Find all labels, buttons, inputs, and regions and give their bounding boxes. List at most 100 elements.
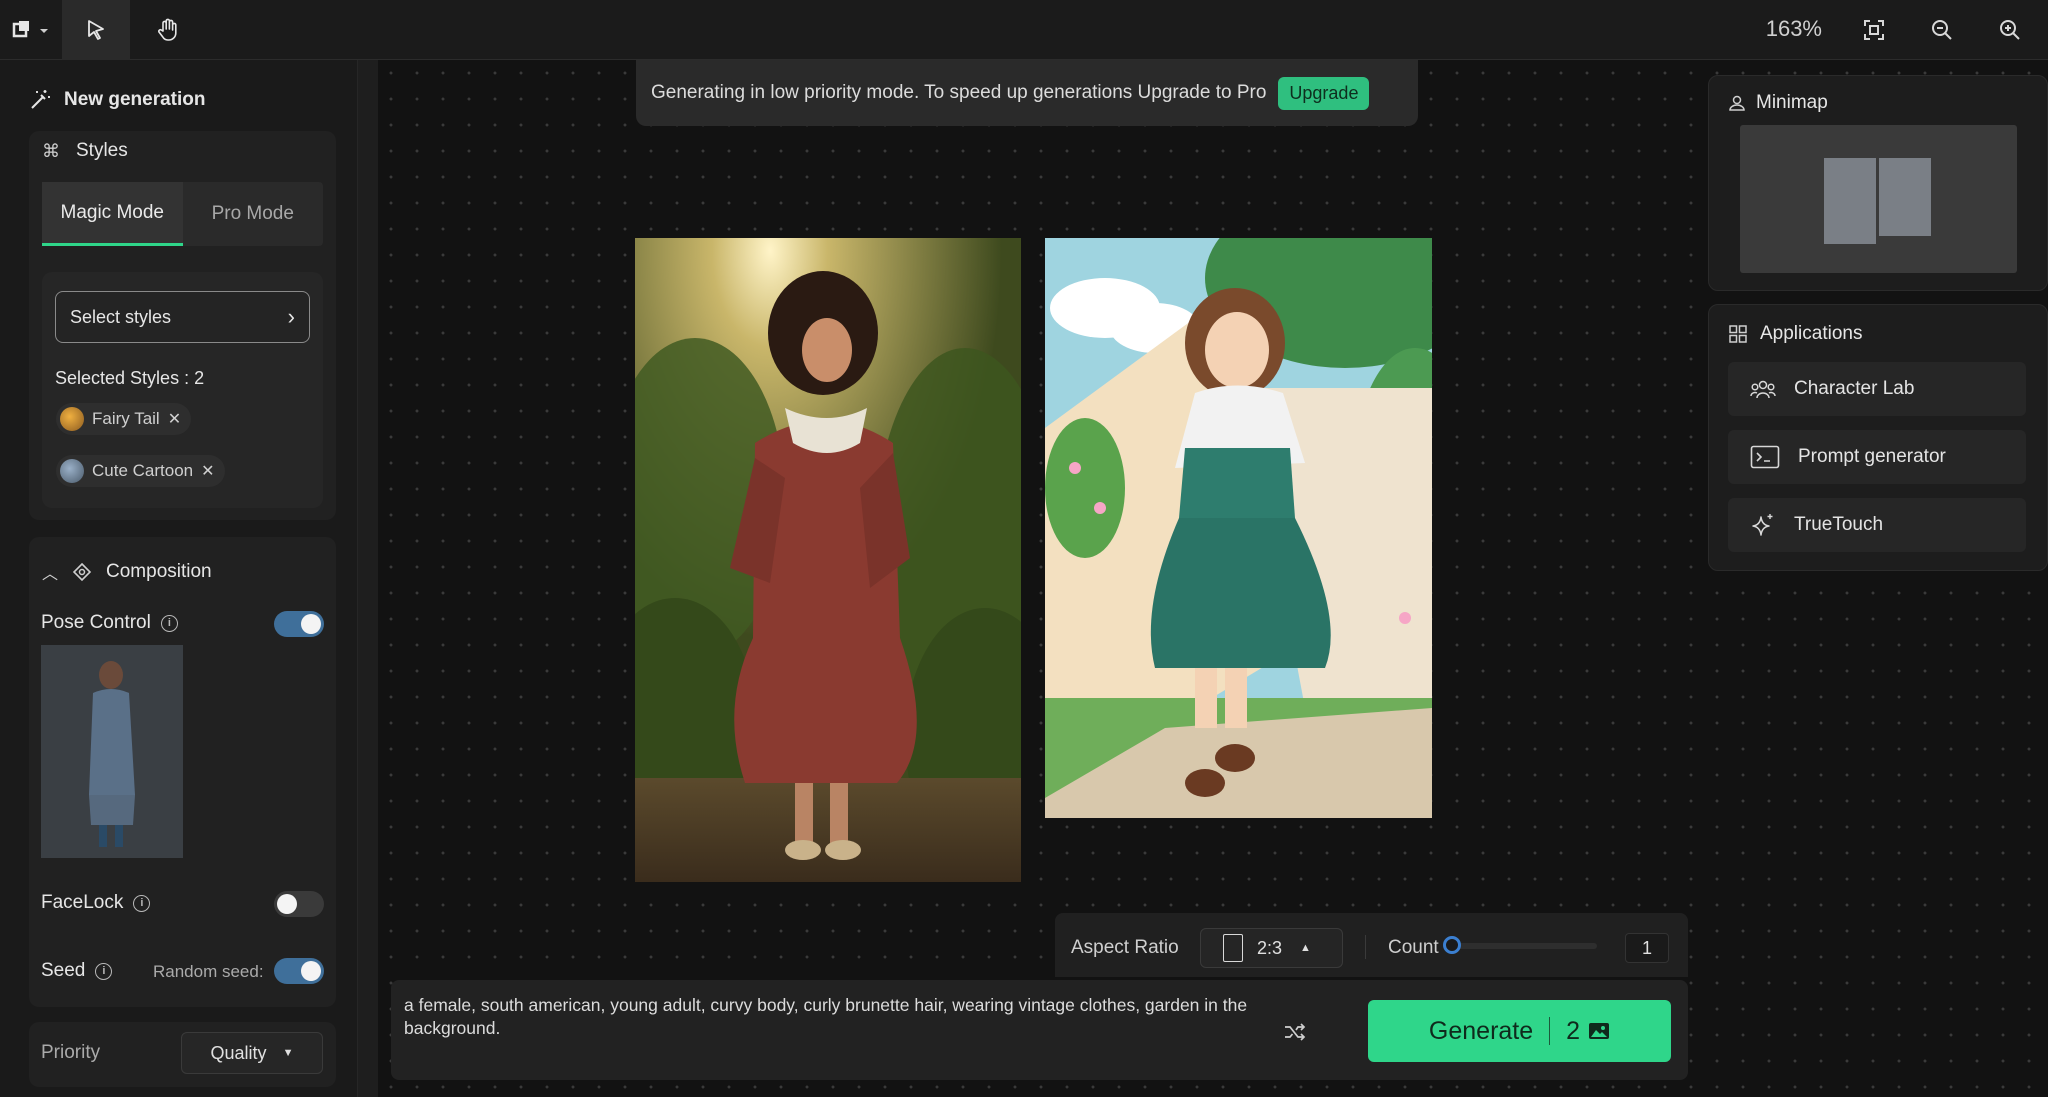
generate-label: Generate bbox=[1428, 1016, 1534, 1045]
priority-value: Quality bbox=[210, 1042, 267, 1063]
chip-label: Fairy Tail bbox=[92, 409, 160, 428]
random-seed-label: Random seed: bbox=[153, 962, 264, 981]
composition-header[interactable]: ︿ Composition bbox=[42, 560, 212, 584]
style-chip-cute-cartoon: Cute Cartoon ✕ bbox=[56, 455, 225, 487]
terminal-icon bbox=[1750, 445, 1780, 469]
select-styles-label: Select styles bbox=[70, 306, 172, 327]
portrait-ratio-icon bbox=[1223, 934, 1243, 962]
grid-icon bbox=[1729, 325, 1747, 343]
pose-control-toggle[interactable] bbox=[274, 611, 324, 637]
selected-styles-count: Selected Styles : 2 bbox=[55, 368, 205, 388]
prompt-text: a female, south american, young adult, c… bbox=[404, 995, 1248, 1038]
logo-icon bbox=[12, 21, 48, 38]
applications-card: Applications Character Lab Prompt genera… bbox=[1708, 304, 2048, 571]
pointer-icon bbox=[88, 20, 104, 40]
info-icon[interactable]: i bbox=[133, 894, 151, 912]
shuffle-icon bbox=[1285, 1023, 1306, 1041]
facelock-toggle[interactable] bbox=[274, 891, 324, 917]
generated-image-cartoon[interactable] bbox=[1045, 238, 1432, 818]
facelock-label: FaceLock bbox=[41, 892, 124, 913]
minimap-title: Minimap bbox=[1756, 92, 1828, 113]
sparkle-icon bbox=[1752, 514, 1773, 536]
facelock-row: FaceLock i bbox=[41, 892, 151, 914]
generated-image-photo[interactable] bbox=[635, 238, 1021, 882]
command-icon: ⌘ bbox=[42, 140, 60, 161]
style-chip-fairy-tail: Fairy Tail ✕ bbox=[56, 403, 192, 435]
panel-title: New generation bbox=[64, 89, 206, 110]
generate-button[interactable]: Generate 2 bbox=[1368, 1000, 1671, 1062]
app-label: TrueTouch bbox=[1794, 514, 1884, 535]
banner-message: Generating in low priority mode. To spee… bbox=[651, 82, 1267, 103]
app-menu-button[interactable] bbox=[0, 0, 62, 60]
zoom-out-icon bbox=[1932, 20, 1952, 40]
zoom-out-button[interactable] bbox=[1922, 0, 1962, 60]
remove-chip-icon[interactable]: ✕ bbox=[168, 409, 181, 429]
prompt-bar: a female, south american, young adult, c… bbox=[391, 980, 1688, 1080]
composition-title: Composition bbox=[106, 561, 212, 582]
pan-tool-button[interactable] bbox=[134, 0, 202, 60]
caret-up-icon: ▲ bbox=[1300, 942, 1311, 954]
minimap-header: Minimap bbox=[1728, 92, 1828, 114]
minimap-image-1 bbox=[1824, 158, 1876, 244]
low-priority-banner: Generating in low priority mode. To spee… bbox=[636, 60, 1418, 126]
tab-pro-mode[interactable]: Pro Mode bbox=[183, 182, 324, 246]
count-slider[interactable] bbox=[1443, 936, 1597, 954]
generation-settings-bar: Aspect Ratio 2:3 ▲ Count 1 bbox=[1055, 913, 1688, 977]
info-icon[interactable]: i bbox=[95, 962, 113, 980]
fit-screen-icon bbox=[1864, 20, 1884, 40]
priority-label: Priority bbox=[41, 1042, 101, 1063]
photo-image bbox=[635, 238, 1021, 882]
chevron-up-icon: ︿ bbox=[42, 566, 59, 583]
styles-header: ⌘ Styles bbox=[42, 140, 128, 162]
app-label: Character Lab bbox=[1794, 378, 1915, 399]
select-tool-button[interactable] bbox=[62, 0, 130, 60]
random-seed-toggle[interactable] bbox=[274, 958, 324, 984]
fit-screen-button[interactable] bbox=[1854, 0, 1894, 60]
fairy-tail-avatar bbox=[60, 407, 84, 431]
pose-control-row: Pose Control i bbox=[41, 612, 178, 634]
minimap-viewport[interactable] bbox=[1740, 125, 2017, 273]
zoom-level: 163% bbox=[1765, 16, 1822, 41]
count-label: Count bbox=[1388, 937, 1439, 958]
minimap-card: Minimap bbox=[1708, 75, 2048, 291]
generate-cost: 2 bbox=[1566, 1016, 1581, 1045]
count-value: 1 bbox=[1641, 937, 1652, 958]
aspect-ratio-value: 2:3 bbox=[1257, 937, 1283, 958]
zoom-in-icon bbox=[2000, 20, 2020, 40]
priority-select[interactable]: Quality ▼ bbox=[181, 1032, 323, 1074]
seed-label: Seed bbox=[41, 960, 86, 981]
magic-wand-icon bbox=[31, 90, 50, 109]
app-truetouch[interactable]: TrueTouch bbox=[1728, 498, 2026, 552]
minimap-image-2 bbox=[1879, 158, 1931, 236]
chip-label: Cute Cartoon bbox=[92, 461, 194, 480]
new-generation-header: New generation bbox=[28, 88, 205, 112]
composition-icon bbox=[72, 562, 92, 582]
divider bbox=[1549, 1017, 1551, 1045]
info-icon[interactable]: i bbox=[160, 614, 178, 632]
shuffle-button[interactable] bbox=[1279, 1016, 1311, 1048]
top-toolbar: 163% bbox=[0, 0, 2048, 60]
caret-down-icon: ▼ bbox=[282, 1047, 294, 1059]
count-slider-handle[interactable] bbox=[1443, 936, 1461, 954]
hand-icon bbox=[158, 18, 177, 41]
divider bbox=[1365, 935, 1366, 959]
left-panel-scrollbar[interactable] bbox=[358, 60, 378, 1097]
upgrade-button[interactable]: Upgrade bbox=[1278, 76, 1370, 110]
app-character-lab[interactable]: Character Lab bbox=[1728, 362, 2026, 416]
app-prompt-generator[interactable]: Prompt generator bbox=[1728, 430, 2026, 484]
applications-title: Applications bbox=[1760, 323, 1863, 344]
aspect-ratio-select[interactable]: 2:3 ▲ bbox=[1200, 928, 1343, 968]
seed-row: Seed i bbox=[41, 960, 113, 982]
zoom-in-button[interactable] bbox=[1990, 0, 2030, 60]
pose-reference-image[interactable] bbox=[41, 645, 183, 858]
remove-chip-icon[interactable]: ✕ bbox=[201, 461, 214, 481]
cute-cartoon-avatar bbox=[60, 459, 84, 483]
styles-title: Styles bbox=[76, 140, 128, 161]
prompt-input[interactable]: a female, south american, young adult, c… bbox=[404, 994, 1264, 1064]
select-styles-button[interactable]: Select styles › bbox=[55, 291, 310, 343]
person-icon bbox=[1729, 95, 1745, 111]
count-input[interactable]: 1 bbox=[1625, 933, 1669, 963]
mode-tabs: Magic Mode Pro Mode bbox=[42, 182, 323, 246]
app-label: Prompt generator bbox=[1798, 446, 1946, 467]
tab-magic-mode[interactable]: Magic Mode bbox=[42, 182, 183, 246]
